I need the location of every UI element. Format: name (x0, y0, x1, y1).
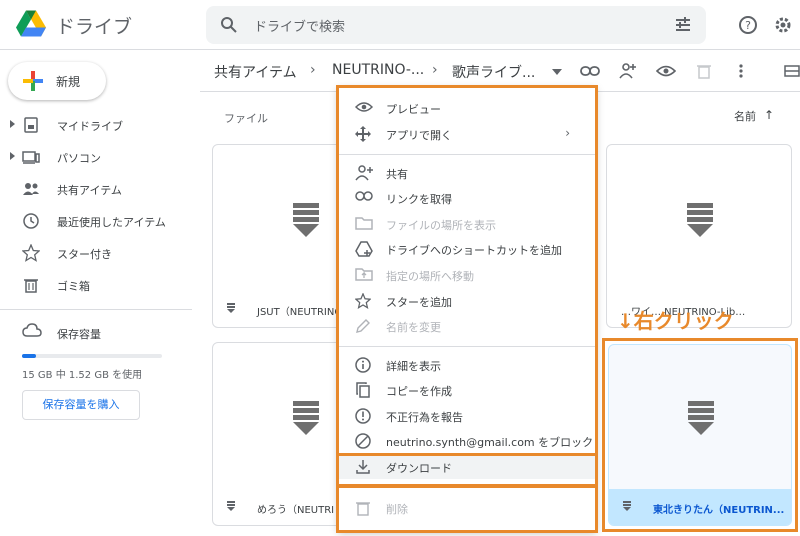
annotation-right-click: ↓右クリック (617, 309, 734, 333)
buy-storage-button[interactable]: 保存容量を購入 (22, 390, 140, 420)
storage-progress-bar (22, 354, 162, 358)
trash-icon[interactable] (696, 62, 712, 80)
sidebar-item-label: 共有アイテム (57, 184, 122, 197)
breadcrumb-item[interactable]: NEUTRINO-... (332, 62, 424, 78)
search-bar[interactable]: ドライブで検索 (206, 6, 706, 44)
sidebar-item-trash[interactable]: ゴミ箱 (0, 272, 200, 298)
breadcrumb-item[interactable]: 共有アイテム (214, 62, 297, 82)
new-button-label: 新規 (56, 75, 81, 89)
file-card-caption: めろう（NEUTRI (213, 489, 341, 525)
cloud-icon (22, 323, 42, 337)
highlight-outline-download (336, 453, 598, 487)
file-card[interactable]: JSUT（NEUTRINO (212, 144, 342, 328)
breadcrumb-item-current[interactable]: 歌声ライブ... (452, 62, 535, 82)
storage-label[interactable]: 保存容量 (57, 326, 101, 342)
help-icon[interactable]: ? (738, 15, 758, 35)
zip-file-icon (687, 203, 713, 237)
eye-icon[interactable] (656, 62, 676, 80)
gear-icon[interactable] (773, 15, 793, 35)
drive-logo[interactable] (16, 10, 46, 38)
sidebar-divider (0, 309, 192, 310)
top-bar: ドライブ ドライブで検索 ? (0, 0, 800, 50)
list-view-icon[interactable] (784, 62, 800, 80)
sidebar-item-label: パソコン (57, 152, 101, 165)
sidebar-item-starred[interactable]: スター付き (0, 240, 200, 266)
storage-usage-text: 15 GB 中 1.52 GB を使用 (22, 370, 143, 381)
section-header-files: ファイル (224, 112, 268, 125)
new-button[interactable]: 新規 (8, 62, 106, 100)
breadcrumb-separator-icon: › (432, 62, 438, 78)
highlight-outline-target-file (602, 338, 798, 532)
sidebar-item-shared[interactable]: 共有アイテム (0, 176, 200, 202)
storage-progress-fill (22, 354, 36, 358)
breadcrumb-separator-icon: › (310, 62, 316, 78)
sidebar-item-label: ゴミ箱 (57, 280, 90, 293)
trash-icon (24, 279, 38, 293)
chevron-down-icon[interactable] (552, 68, 562, 76)
file-name: JSUT（NEUTRINO (257, 307, 342, 318)
file-card[interactable]: …ワイ… NEUTRINO-Lib… (606, 144, 792, 328)
sidebar-item-recent[interactable]: 最近使用したアイテム (0, 208, 200, 234)
highlight-outline (336, 485, 598, 533)
svg-text:?: ? (745, 19, 751, 32)
add-person-icon[interactable] (618, 62, 638, 80)
zip-file-icon (293, 203, 319, 237)
sidebar-item-label: 最近使用したアイテム (57, 216, 166, 229)
sidebar-item-computers[interactable]: パソコン (0, 144, 200, 170)
search-icon[interactable] (220, 16, 238, 34)
filter-options-icon[interactable] (674, 16, 692, 34)
shared-icon (23, 183, 39, 195)
expand-arrow-icon[interactable] (10, 152, 15, 160)
plus-icon (23, 71, 43, 91)
computer-icon (22, 151, 40, 164)
app-title: ドライブ (56, 16, 133, 38)
zip-file-icon (293, 401, 319, 435)
highlight-outline (336, 85, 598, 456)
more-vert-icon[interactable] (738, 62, 744, 80)
file-card-caption: JSUT（NEUTRINO (213, 291, 341, 327)
sidebar: 新規 マイドライブ パソコン 共有アイテム 最近使用したアイテム スター付き ゴ… (0, 50, 200, 536)
expand-arrow-icon[interactable] (10, 120, 15, 128)
sort-direction-icon[interactable]: ↑ (764, 108, 774, 122)
zip-file-icon (227, 303, 235, 313)
link-icon[interactable] (580, 62, 600, 80)
search-input[interactable]: ドライブで検索 (254, 16, 345, 35)
my-drive-icon (24, 117, 38, 133)
file-name: めろう（NEUTRI (257, 505, 335, 516)
sort-by-name[interactable]: 名前 (734, 108, 756, 124)
zip-file-icon (227, 501, 235, 511)
sidebar-item-label: スター付き (57, 248, 112, 261)
star-icon (22, 244, 40, 262)
clock-icon (23, 213, 39, 229)
sidebar-item-my-drive[interactable]: マイドライブ (0, 112, 200, 138)
file-card[interactable]: めろう（NEUTRI (212, 342, 342, 526)
sidebar-item-label: マイドライブ (57, 120, 123, 133)
